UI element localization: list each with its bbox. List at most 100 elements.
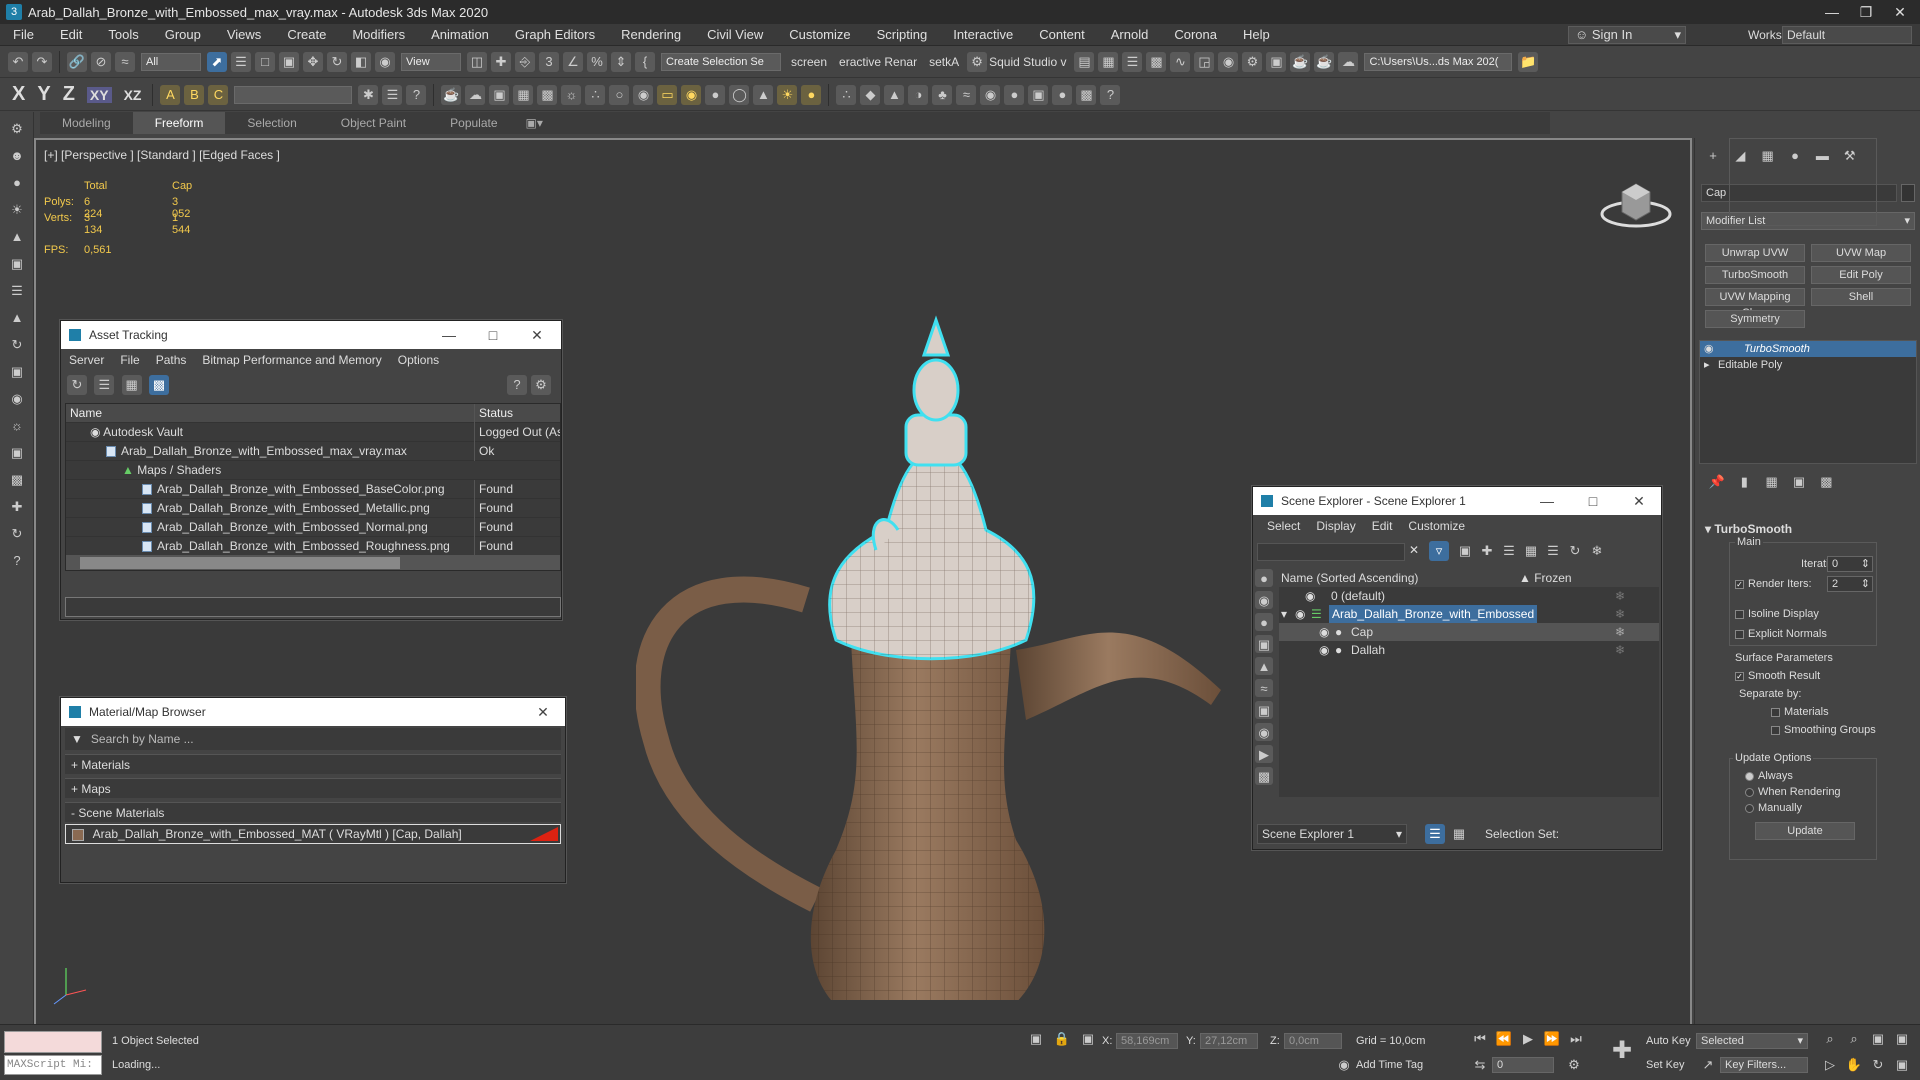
show-end-result-icon[interactable]: ▮	[1734, 472, 1754, 492]
workspace-select[interactable]: Default	[1782, 26, 1912, 44]
menu-civil-view[interactable]: Civil View	[694, 24, 776, 46]
zoom-extents-icon[interactable]: ▣	[1868, 1029, 1888, 1049]
ribbon-options-icon[interactable]: ▣▾	[520, 112, 549, 134]
edit-named-selection-icon[interactable]: {	[635, 51, 655, 72]
toolbar-item-screen[interactable]: screen	[791, 55, 827, 69]
close-button[interactable]: ✕	[1880, 0, 1920, 24]
scene-explorer-select[interactable]: Scene Explorer 1 ▾	[1257, 824, 1407, 844]
unlink-icon[interactable]: ⊘	[91, 51, 111, 72]
move-icon[interactable]: ✥	[303, 51, 323, 72]
scene-materials-group[interactable]: - Scene Materials	[65, 802, 561, 822]
scrollbar-thumb[interactable]	[80, 557, 400, 569]
menu-views[interactable]: Views	[214, 24, 274, 46]
text-tool-icon[interactable]: A	[160, 84, 181, 105]
close-button[interactable]: ✕	[1617, 487, 1661, 515]
material-sphere-icon[interactable]: ●	[1004, 84, 1025, 105]
object-color-swatch[interactable]	[1901, 184, 1915, 202]
helpers-filter-icon[interactable]: ▲	[1255, 657, 1273, 675]
menu-server[interactable]: Server	[61, 353, 112, 367]
uvw-mapping-clear-button[interactable]: UVW Mapping Clear	[1705, 288, 1805, 319]
align-icon[interactable]: ▦	[1098, 51, 1119, 72]
table-icon[interactable]: ▩	[537, 84, 558, 105]
manually-radio[interactable]: Manually	[1745, 802, 1802, 814]
freeze-toggle-icon[interactable]: ❄	[1615, 623, 1625, 641]
column-name[interactable]: Name	[70, 404, 470, 423]
tree-row-default-layer[interactable]: ◉ 0 (default) ❄	[1279, 587, 1659, 605]
window-crossing-icon[interactable]: ▣	[279, 51, 299, 72]
maximize-viewport-icon[interactable]: ▣	[1892, 1055, 1912, 1075]
people-icon[interactable]: ☻	[7, 146, 27, 166]
snaps-toggle-icon[interactable]: 3	[539, 51, 559, 72]
zoom-all-icon[interactable]: ⌕	[1844, 1029, 1864, 1049]
iterations-spinner[interactable]: 0 ⇕	[1827, 556, 1873, 572]
menu-edit[interactable]: Edit	[47, 24, 95, 46]
project-folder-icon[interactable]: 📁	[1518, 51, 1539, 72]
spinner-snap-icon[interactable]: ⇕	[611, 51, 631, 72]
material-search-input[interactable]: Search by Name ...	[91, 732, 194, 746]
camera-icon[interactable]: ◉	[633, 84, 654, 105]
xrefs-filter-icon[interactable]: ◉	[1255, 723, 1273, 741]
pin-stack-icon[interactable]: 📌	[1707, 472, 1727, 492]
list-view-icon[interactable]: ☰	[94, 375, 115, 395]
render-production-icon[interactable]: ☕	[1290, 51, 1311, 72]
key-tangent-icon[interactable]: ↗	[1698, 1055, 1718, 1075]
menu-edit[interactable]: Edit	[1364, 519, 1401, 533]
cone-icon[interactable]: ▲	[753, 84, 774, 105]
always-radio[interactable]: Always	[1745, 770, 1793, 782]
absolute-mode-icon[interactable]: ▣	[1078, 1029, 1098, 1049]
menu-graph-editors[interactable]: Graph Editors	[502, 24, 608, 46]
axis-xz-button[interactable]: XZ	[124, 87, 142, 103]
stack-item-editable-poly[interactable]: ▸ Editable Poly	[1700, 357, 1916, 373]
display-icon[interactable]: ▣	[7, 362, 27, 382]
symmetry-button[interactable]: Symmetry	[1705, 310, 1805, 328]
eye-icon[interactable]: ◉	[1319, 641, 1329, 659]
add-layer-icon[interactable]: ✚	[1477, 541, 1497, 561]
expand-icon[interactable]: ▾	[1281, 605, 1287, 623]
dallah-model[interactable]	[636, 220, 1236, 1000]
angle-snap-icon[interactable]: ∠	[563, 51, 583, 72]
viewport-label[interactable]: [+] [Perspective ] [Standard ] [Edged Fa…	[44, 148, 280, 162]
table-row[interactable]: Arab_Dallah_Bronze_with_Embossed_BaseCol…	[66, 480, 560, 499]
set-key-button[interactable]: Set Key	[1646, 1059, 1685, 1071]
sun-icon[interactable]: ☀	[7, 200, 27, 220]
list-icon[interactable]: ☰	[382, 84, 403, 105]
cylinder-icon[interactable]: ◉	[681, 84, 702, 105]
rectangular-selection-icon[interactable]: □	[255, 51, 275, 72]
systems-icon[interactable]: ✚	[7, 497, 27, 517]
layer-icon[interactable]: ☰	[1122, 51, 1143, 72]
y-coordinate-field[interactable]: 27,12cm	[1200, 1033, 1258, 1049]
toggle-scene-explorer-icon[interactable]: ▩	[1146, 51, 1167, 72]
scale-icon[interactable]: ◧	[351, 51, 371, 72]
toolbar-dropdown[interactable]	[234, 85, 353, 104]
lightbulb-icon[interactable]: ☼	[561, 84, 582, 105]
menu-group[interactable]: Group	[152, 24, 214, 46]
layers-icon[interactable]: ☰	[7, 281, 27, 301]
explicit-normals-checkbox[interactable]: Explicit Normals	[1735, 628, 1827, 640]
table-row[interactable]: Arab_Dallah_Bronze_with_Embossed_Normal.…	[66, 518, 560, 537]
menu-customize[interactable]: Customize	[776, 24, 863, 46]
sphere-fade-icon[interactable]: ◑	[908, 84, 929, 105]
previous-frame-icon[interactable]: ⏪	[1494, 1029, 1514, 1049]
bold-tool-icon[interactable]: B	[184, 84, 205, 105]
info-icon[interactable]: ?	[1100, 84, 1121, 105]
field-of-view-icon[interactable]: ▷	[1820, 1055, 1840, 1075]
orbit-icon[interactable]: ↻	[1868, 1055, 1888, 1075]
tab-object-paint[interactable]: Object Paint	[319, 112, 428, 134]
menu-bitmap-performance[interactable]: Bitmap Performance and Memory	[194, 353, 389, 367]
mirror-icon[interactable]: ▤	[1074, 51, 1095, 72]
current-frame-field[interactable]: 0	[1492, 1057, 1554, 1073]
cloud-icon[interactable]: ☁	[465, 84, 486, 105]
shell-button[interactable]: Shell	[1811, 288, 1911, 306]
toolbar-item-squid-studio[interactable]: Squid Studio v	[989, 55, 1066, 69]
spacewarps-filter-icon[interactable]: ≈	[1255, 679, 1273, 697]
cameras-filter-icon[interactable]: ▣	[1255, 635, 1273, 653]
zoom-icon[interactable]: ⌕	[1820, 1029, 1840, 1049]
configure-modifier-sets-icon[interactable]: ▩	[1816, 472, 1836, 492]
menu-select[interactable]: Select	[1259, 519, 1308, 533]
render-iterative-icon[interactable]: ☕	[1314, 51, 1335, 72]
decal-icon[interactable]: ◉	[980, 84, 1001, 105]
hierarchy-icon[interactable]: ▦	[1449, 824, 1469, 844]
redo-icon[interactable]: ↷	[32, 51, 52, 72]
freeze-icon[interactable]: ❄	[1587, 541, 1607, 561]
table-row[interactable]: Arab_Dallah_Bronze_with_Embossed_max_vra…	[66, 442, 560, 461]
